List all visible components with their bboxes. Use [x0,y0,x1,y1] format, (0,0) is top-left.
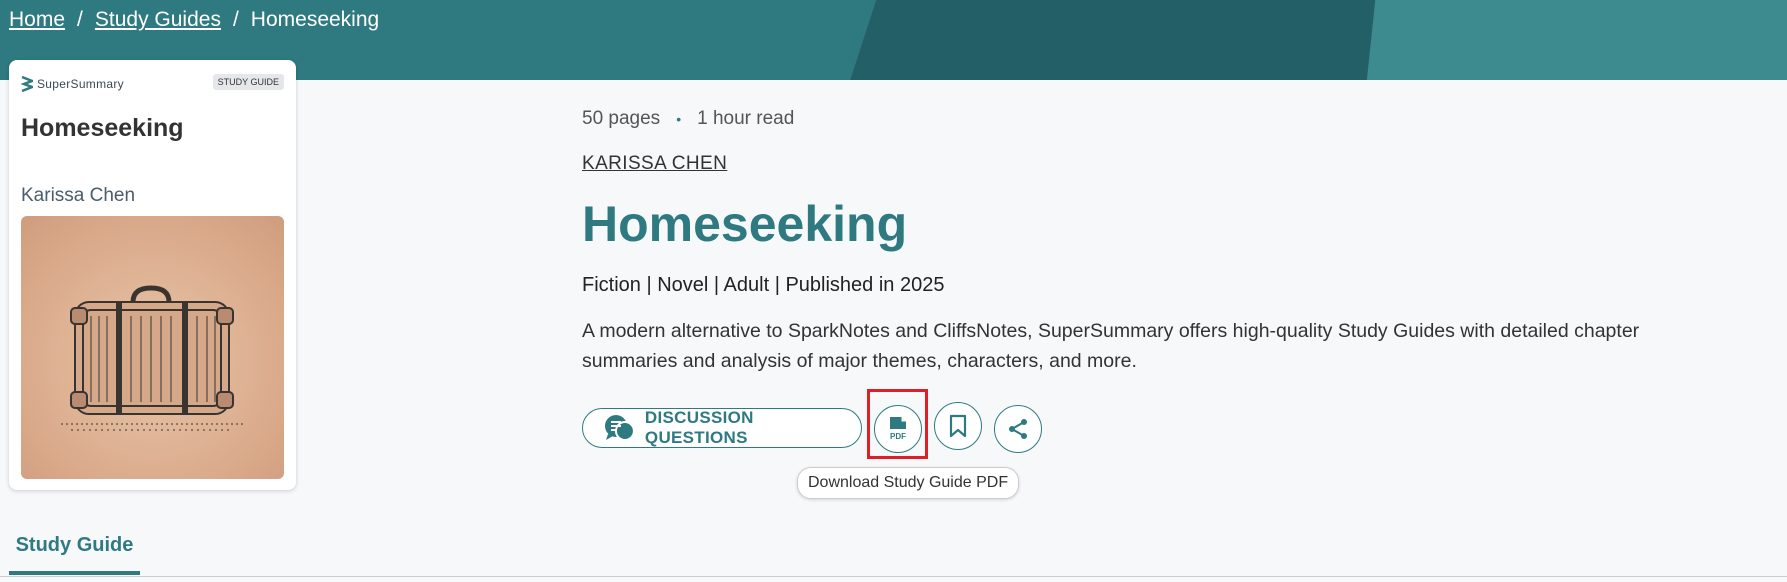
book-cover [21,216,284,479]
chat-bubbles-icon [604,415,635,441]
supersummary-logo[interactable]: SuperSummary [21,76,124,92]
page-count: 50 pages [582,108,661,129]
bookmark-icon [949,414,967,438]
breadcrumb-current: Homeseeking [250,8,380,31]
study-guide-badge: STUDY GUIDE [212,74,284,90]
discussion-questions-button[interactable]: DISCUSSION QUESTIONS [582,408,862,448]
hero-shape [1360,0,1787,80]
pdf-tooltip: Download Study Guide PDF [797,467,1020,499]
card-author: Karissa Chen [21,185,136,206]
book-meta: 50 pages • 1 hour read [582,108,794,130]
highlight-box [867,389,928,459]
bookmark-button[interactable] [934,402,982,450]
card-title: Homeseeking [21,114,184,142]
author-link[interactable]: KARISSA CHEN [582,153,727,175]
page-title: Homeseeking [582,196,908,252]
breadcrumb-separator: / [232,8,239,31]
share-button[interactable] [994,405,1042,453]
discussion-questions-label: DISCUSSION QUESTIONS [644,408,754,447]
logo-text: SuperSummary [37,77,124,91]
description: A modern alternative to SparkNotes and C… [582,320,1640,372]
read-time: 1 hour read [697,108,795,129]
breadcrumb-study-guides[interactable]: Study Guides [95,8,221,32]
tab-divider [0,576,1787,577]
share-icon [1009,419,1027,439]
breadcrumb: Home / Study Guides / Homeseeking [9,8,379,32]
book-card: SuperSummary STUDY GUIDE Homeseeking Kar… [9,60,296,490]
tab-study-guide-label: Study Guide [15,534,134,556]
genre-info: Fiction | Novel | Adult | Published in 2… [582,274,945,296]
breadcrumb-separator: / [77,8,83,31]
meta-separator: • [676,111,682,127]
breadcrumb-home[interactable]: Home [9,8,65,32]
suitcase-icon [61,285,243,431]
tab-study-guide[interactable]: Study Guide [9,520,140,575]
hero-shape [830,0,1410,80]
logo-mark-icon [21,76,33,92]
